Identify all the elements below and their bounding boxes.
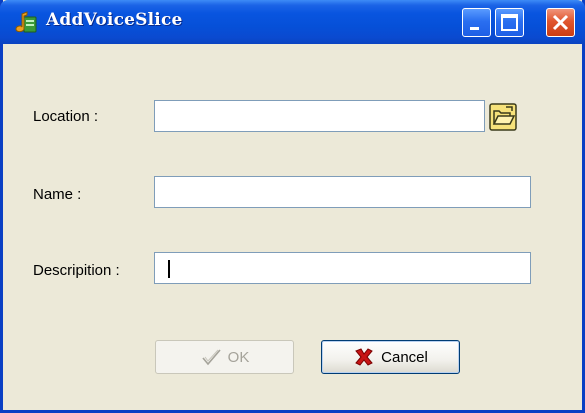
cancel-label: Cancel <box>381 348 428 366</box>
checkmark-icon <box>202 349 221 366</box>
maximize-icon <box>501 14 518 31</box>
text-caret <box>168 260 170 278</box>
cancel-button[interactable]: Cancel <box>321 340 460 374</box>
app-music-icon <box>15 11 37 33</box>
open-folder-icon <box>489 103 517 131</box>
window-title: AddVoiceSlice <box>46 10 183 30</box>
description-label: Descripition : <box>33 262 120 279</box>
ok-button[interactable]: OK <box>155 340 294 374</box>
name-label: Name : <box>33 186 82 203</box>
title-bar[interactable]: AddVoiceSlice <box>0 0 585 44</box>
minimize-button[interactable] <box>462 8 491 37</box>
maximize-button[interactable] <box>495 8 524 37</box>
red-x-icon <box>355 348 373 366</box>
ok-label: OK <box>227 348 250 366</box>
minimize-icon <box>470 27 479 30</box>
dialog-window: AddVoiceSlice Location : Name: Descripi… <box>0 0 585 413</box>
browse-folder-button[interactable] <box>489 103 517 131</box>
name-input[interactable] <box>154 176 531 208</box>
close-button[interactable] <box>546 8 575 37</box>
close-icon <box>552 14 569 31</box>
location-input[interactable] <box>154 100 485 132</box>
description-input[interactable] <box>154 252 531 284</box>
location-label: Location : <box>33 108 99 125</box>
